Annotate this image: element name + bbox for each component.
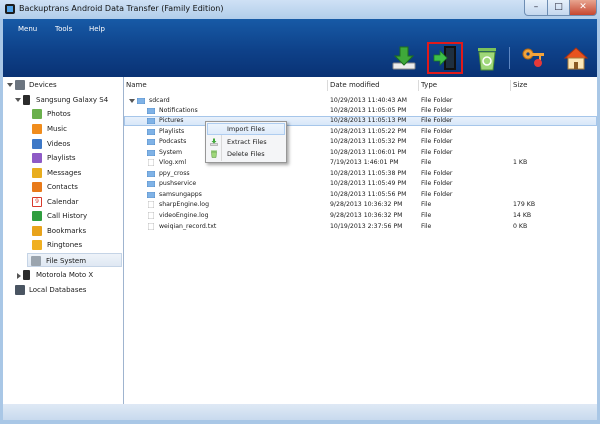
column-divider[interactable]: [327, 80, 328, 91]
music-icon: [32, 124, 42, 134]
folder-icon: [137, 98, 145, 104]
tree-devices[interactable]: Devices: [5, 78, 121, 92]
device-tree-sidebar: Devices Sangsung Galaxy S4 Photos Music …: [3, 77, 124, 404]
tree-local-databases[interactable]: Local Databases: [5, 283, 121, 297]
sidebar-item-music[interactable]: Music: [5, 122, 121, 136]
context-import-files[interactable]: Import Files: [207, 123, 285, 135]
folder-icon: [147, 108, 155, 114]
home-button[interactable]: [558, 42, 594, 74]
call-history-icon: [32, 211, 42, 221]
sidebar-item-playlists[interactable]: Playlists: [5, 151, 121, 165]
file-row-pictures[interactable]: Pictures 10/28/2013 11:05:13 PM File Fol…: [124, 116, 597, 126]
collapse-triangle-icon[interactable]: [15, 98, 21, 102]
ringtones-icon: [32, 240, 42, 250]
app-logo-icon: [5, 4, 15, 14]
sidebar-item-messages[interactable]: Messages: [5, 166, 121, 180]
column-divider[interactable]: [418, 80, 419, 91]
folder-icon: [147, 118, 155, 124]
file-row-sdcard[interactable]: sdcard 10/29/2013 11:40:43 AM File Folde…: [124, 96, 597, 106]
file-row-playlists[interactable]: Playlists 10/28/2013 11:05:22 PM File Fo…: [124, 127, 597, 137]
file-icon: [148, 212, 154, 219]
home-icon: [563, 47, 589, 70]
phone-icon: [23, 270, 30, 280]
export-button[interactable]: [386, 42, 422, 74]
column-divider[interactable]: [510, 80, 511, 91]
column-header-type[interactable]: Type: [421, 77, 437, 93]
file-icon: [148, 159, 154, 166]
window-title: Backuptrans Android Data Transfer (Famil…: [19, 4, 224, 13]
sidebar-item-file-system[interactable]: File System: [27, 253, 122, 267]
file-icon: [148, 201, 154, 208]
delete-button[interactable]: [469, 42, 505, 74]
collapse-triangle-icon[interactable]: [129, 99, 135, 103]
folder-icon: [147, 192, 155, 198]
context-delete-files[interactable]: Delete Files: [207, 148, 285, 160]
import-door-icon: [433, 46, 456, 70]
photos-icon: [32, 109, 42, 119]
folder-icon: [147, 171, 155, 177]
sidebar-item-contacts[interactable]: Contacts: [5, 180, 121, 194]
videos-icon: [32, 139, 42, 149]
menu-tools[interactable]: Tools: [55, 25, 72, 33]
sidebar-item-bookmarks[interactable]: Bookmarks: [5, 224, 121, 238]
file-row-vlog-xml[interactable]: Vlog.xml 7/19/2013 1:46:01 PM File 1 KB: [124, 158, 597, 168]
file-row-sharpengine-log[interactable]: sharpEngine.log 9/28/2013 10:36:32 PM Fi…: [124, 200, 597, 210]
file-row-samsungapps[interactable]: samsungapps 10/28/2013 11:05:56 PM File …: [124, 190, 597, 200]
download-arrow-icon: [392, 46, 416, 70]
sidebar-item-photos[interactable]: Photos: [5, 107, 121, 121]
file-row-videoengine-log[interactable]: videoEngine.log 9/28/2013 10:36:32 PM Fi…: [124, 211, 597, 221]
folder-icon: [147, 129, 155, 135]
expand-triangle-icon[interactable]: [17, 273, 21, 279]
file-row-system[interactable]: System 10/28/2013 11:06:01 PM File Folde…: [124, 148, 597, 158]
file-list-panel: Name Date modified Type Size sdcard 10/2…: [124, 77, 597, 404]
app-window: Backuptrans Android Data Transfer (Famil…: [0, 0, 600, 424]
sidebar-item-videos[interactable]: Videos: [5, 137, 121, 151]
column-header-size[interactable]: Size: [513, 77, 527, 93]
devices-icon: [15, 80, 25, 90]
menu-help[interactable]: Help: [89, 25, 105, 33]
import-files-button[interactable]: [427, 42, 463, 74]
sidebar-item-calendar[interactable]: 9 Calendar: [5, 195, 121, 209]
minimize-button[interactable]: –: [524, 0, 548, 16]
file-row-podcasts[interactable]: Podcasts 10/28/2013 11:05:32 PM File Fol…: [124, 137, 597, 147]
sidebar-item-call-history[interactable]: Call History: [5, 209, 121, 223]
folder-icon: [147, 181, 155, 187]
file-system-icon: [31, 256, 41, 266]
toolbar-header: Menu Tools Help: [3, 19, 597, 77]
phone-icon: [23, 95, 30, 105]
file-icon: [148, 223, 154, 230]
bookmarks-icon: [32, 226, 42, 236]
folder-icon: [147, 139, 155, 145]
register-button[interactable]: [516, 42, 552, 74]
messages-icon: [32, 168, 42, 178]
menu-menu[interactable]: Menu: [18, 25, 37, 33]
folder-icon: [147, 150, 155, 156]
file-row-notifications[interactable]: Notifications 10/28/2013 11:05:05 PM Fil…: [124, 106, 597, 116]
file-row-ppy-cross[interactable]: ppy_cross 10/28/2013 11:05:38 PM File Fo…: [124, 169, 597, 179]
tree-device-moto[interactable]: Motorola Moto X: [5, 268, 121, 282]
column-header-name[interactable]: Name: [126, 77, 147, 93]
column-header-date[interactable]: Date modified: [330, 77, 380, 93]
context-menu: Import Files Extract Files Delete Files: [205, 121, 287, 163]
sidebar-item-ringtones[interactable]: Ringtones: [5, 238, 121, 252]
database-icon: [15, 285, 25, 295]
extract-icon: [210, 138, 218, 146]
playlists-icon: [32, 153, 42, 163]
title-bar: Backuptrans Android Data Transfer (Famil…: [0, 0, 600, 19]
context-extract-files[interactable]: Extract Files: [207, 136, 285, 148]
key-icon: [522, 48, 544, 67]
file-row-weiqian-record[interactable]: weiqian_record.txt 10/19/2013 2:37:56 PM…: [124, 222, 597, 232]
contacts-icon: [32, 182, 42, 192]
recycle-bin-icon: [478, 48, 496, 71]
tree-device-galaxy[interactable]: Sangsung Galaxy S4: [5, 93, 121, 107]
close-button[interactable]: ✕: [569, 0, 597, 16]
calendar-icon: 9: [32, 197, 42, 207]
toolbar-separator: [509, 47, 510, 69]
maximize-button[interactable]: □: [547, 0, 570, 16]
collapse-triangle-icon[interactable]: [7, 83, 13, 87]
status-bar: [3, 404, 597, 420]
delete-icon: [211, 150, 217, 158]
file-row-pushservice[interactable]: pushservice 10/28/2013 11:05:49 PM File …: [124, 179, 597, 189]
